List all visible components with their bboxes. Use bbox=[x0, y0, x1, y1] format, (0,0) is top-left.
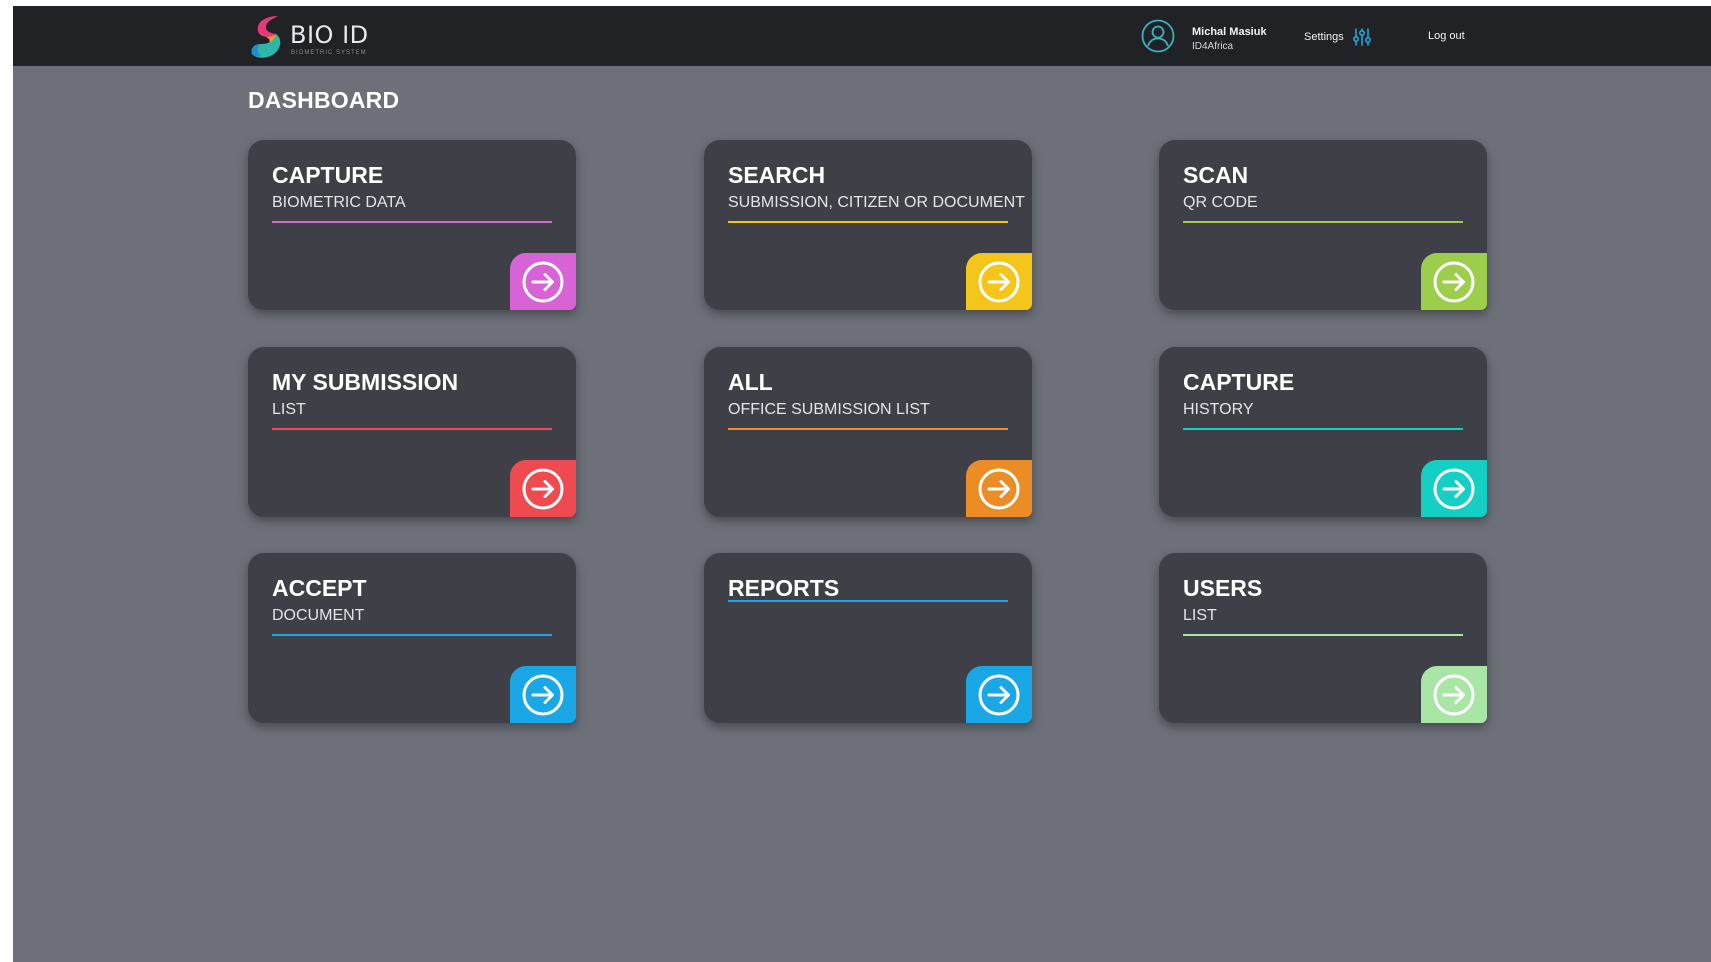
card-divider bbox=[728, 221, 1008, 223]
arrow-right-circle-icon bbox=[1433, 674, 1475, 715]
arrow-right-circle-icon bbox=[522, 468, 564, 509]
card-title: CAPTURE bbox=[272, 162, 384, 188]
card-subtitle: OFFICE SUBMISSION LIST bbox=[728, 401, 930, 418]
card-title: MY SUBMISSION bbox=[272, 369, 459, 395]
app-frame: BIO ID BIOMETRIC SYSTEM Michal Masiuk ID… bbox=[13, 6, 1711, 962]
card-subtitle: SUBMISSION, CITIZEN OR DOCUMENT bbox=[728, 194, 1025, 211]
user-org: ID4Africa bbox=[1192, 41, 1234, 52]
card-title: USERS bbox=[1183, 575, 1263, 601]
card-my-submission[interactable]: MY SUBMISSION LIST bbox=[248, 347, 576, 517]
card-open-button[interactable] bbox=[1421, 460, 1487, 517]
card-title: SEARCH bbox=[728, 162, 826, 188]
sliders-icon bbox=[1352, 28, 1371, 46]
card-title: ACCEPT bbox=[272, 575, 367, 601]
card-open-button[interactable] bbox=[966, 666, 1032, 723]
card-divider bbox=[1183, 221, 1463, 223]
card-divider bbox=[272, 634, 552, 636]
card-divider bbox=[272, 428, 552, 430]
bioid-logo-icon bbox=[251, 16, 281, 58]
card-open-button[interactable] bbox=[1421, 666, 1487, 723]
card-scan-qr[interactable]: SCAN QR CODE bbox=[1159, 140, 1487, 310]
card-title: REPORTS bbox=[728, 575, 840, 601]
top-bar: BIO ID BIOMETRIC SYSTEM Michal Masiuk ID… bbox=[13, 6, 1711, 66]
settings-link[interactable]: Settings bbox=[1304, 26, 1372, 48]
card-subtitle: QR CODE bbox=[1183, 194, 1258, 211]
card-divider bbox=[728, 428, 1008, 430]
card-divider bbox=[1183, 428, 1463, 430]
card-divider bbox=[728, 600, 1008, 602]
brand-tagline: BIOMETRIC SYSTEM bbox=[291, 50, 367, 56]
arrow-right-circle-icon bbox=[522, 261, 564, 302]
arrow-right-circle-icon bbox=[1433, 468, 1475, 509]
arrow-right-circle-icon bbox=[978, 468, 1020, 509]
card-search[interactable]: SEARCH SUBMISSION, CITIZEN OR DOCUMENT bbox=[704, 140, 1032, 310]
card-capture-history[interactable]: CAPTURE HISTORY bbox=[1159, 347, 1487, 517]
card-title: ALL bbox=[728, 369, 773, 395]
card-open-button[interactable] bbox=[510, 666, 576, 723]
arrow-right-circle-icon bbox=[978, 674, 1020, 715]
user-name: Michal Masiuk bbox=[1192, 26, 1267, 38]
card-reports[interactable]: REPORTS bbox=[704, 553, 1032, 723]
card-subtitle: BIOMETRIC DATA bbox=[272, 194, 406, 211]
user-avatar-icon bbox=[1141, 19, 1175, 53]
card-open-button[interactable] bbox=[510, 460, 576, 517]
card-open-button[interactable] bbox=[966, 253, 1032, 310]
card-subtitle: DOCUMENT bbox=[272, 607, 365, 624]
card-open-button[interactable] bbox=[966, 460, 1032, 517]
card-open-button[interactable] bbox=[1421, 253, 1487, 310]
arrow-right-circle-icon bbox=[1433, 261, 1475, 302]
card-title: SCAN bbox=[1183, 162, 1249, 188]
card-open-button[interactable] bbox=[510, 253, 576, 310]
card-all-office[interactable]: ALL OFFICE SUBMISSION LIST bbox=[704, 347, 1032, 517]
arrow-right-circle-icon bbox=[978, 261, 1020, 302]
page-title: DASHBOARD bbox=[248, 87, 400, 113]
arrow-right-circle-icon bbox=[522, 674, 564, 715]
card-divider bbox=[272, 221, 552, 223]
settings-label: Settings bbox=[1304, 31, 1344, 43]
card-capture-biometric[interactable]: CAPTURE BIOMETRIC DATA bbox=[248, 140, 576, 310]
card-title: CAPTURE bbox=[1183, 369, 1295, 395]
card-divider bbox=[1183, 634, 1463, 636]
card-subtitle: HISTORY bbox=[1183, 401, 1254, 418]
brand-logo[interactable]: BIO ID BIOMETRIC SYSTEM bbox=[248, 14, 398, 60]
brand-name: BIO ID bbox=[290, 21, 369, 49]
card-subtitle: LIST bbox=[1183, 607, 1217, 624]
logout-link[interactable]: Log out bbox=[1428, 30, 1465, 42]
card-users[interactable]: USERS LIST bbox=[1159, 553, 1487, 723]
card-subtitle: LIST bbox=[272, 401, 306, 418]
card-accept-document[interactable]: ACCEPT DOCUMENT bbox=[248, 553, 576, 723]
